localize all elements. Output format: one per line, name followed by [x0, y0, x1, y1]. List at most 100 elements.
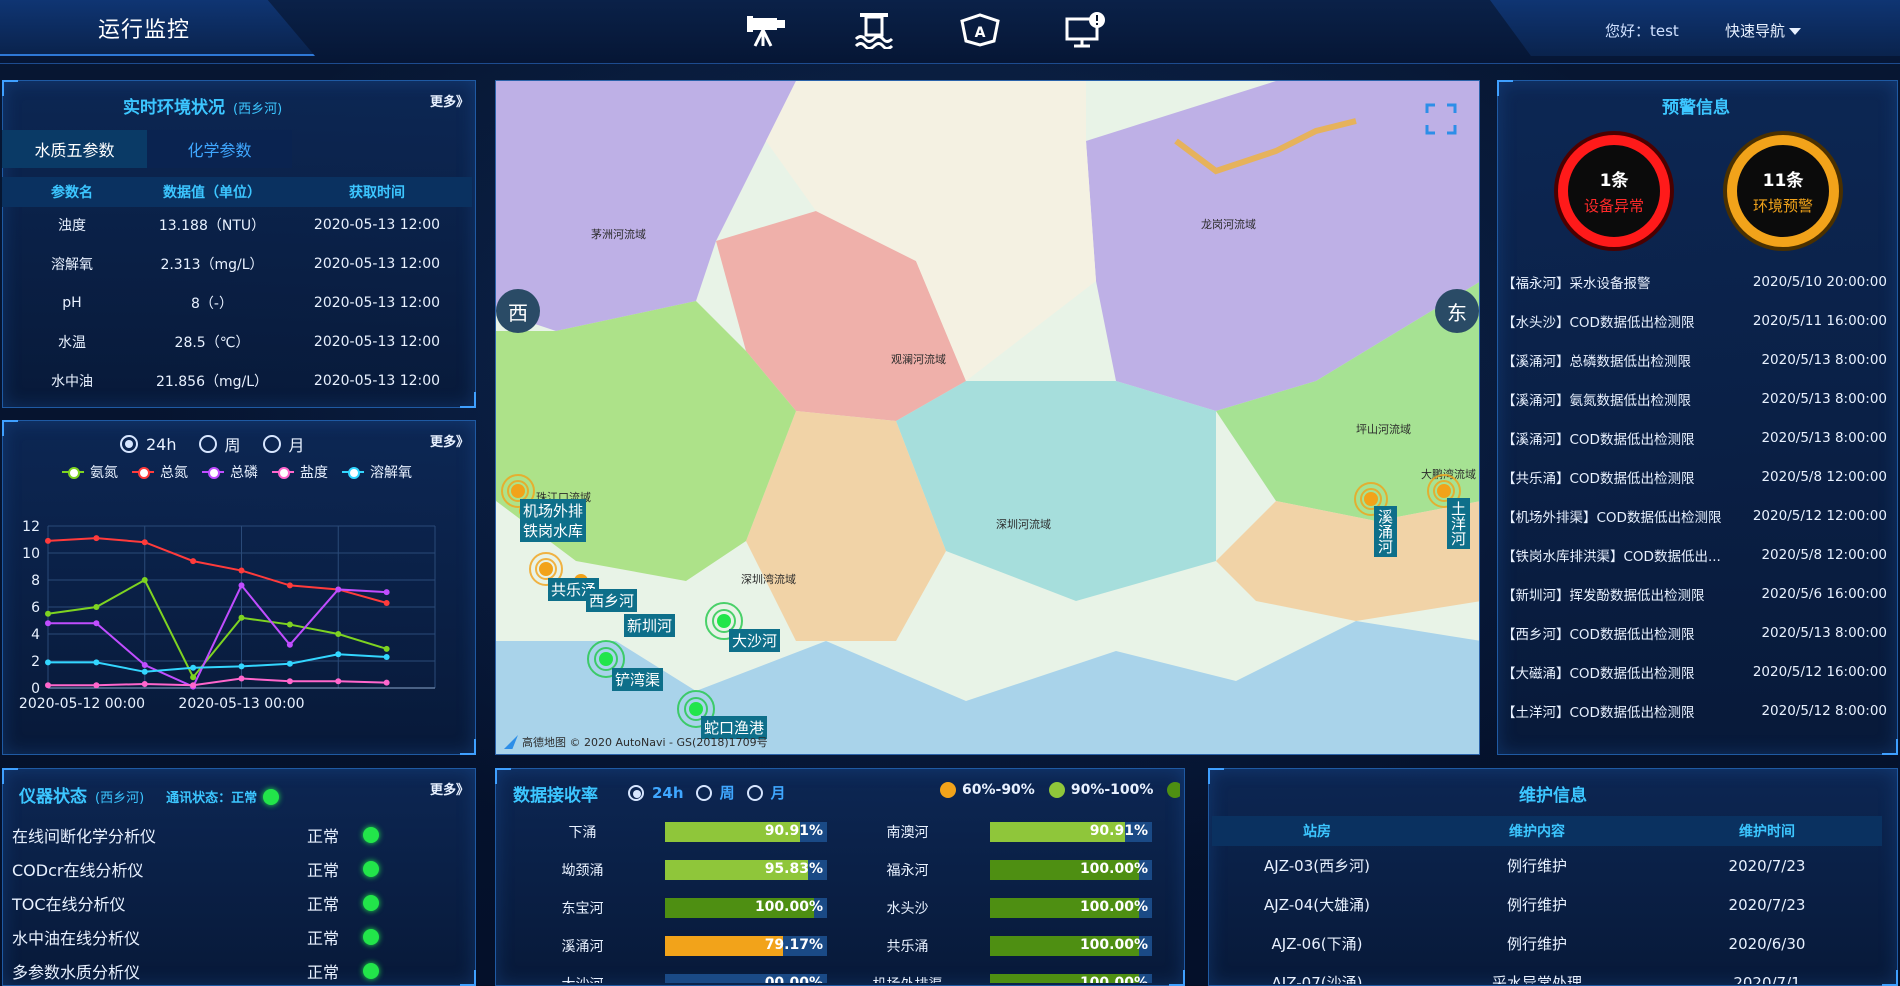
- data-point: [45, 682, 51, 689]
- list-item[interactable]: 【新圳河】挥发酚数据低出检测限 2020/5/6 16:00:00: [1502, 574, 1892, 613]
- reception-item[interactable]: 水头沙 100.00%: [845, 898, 1170, 918]
- reception-item[interactable]: 共乐涌 100.00%: [845, 936, 1170, 956]
- reception-item[interactable]: 南澳河 90.91%: [845, 822, 1170, 842]
- param-name: pH: [62, 294, 82, 311]
- station-label-tiegang[interactable]: 铁岗水库: [520, 519, 587, 542]
- list-item[interactable]: 【福永河】采水设备报警 2020/5/10 20:00:00: [1502, 262, 1892, 301]
- station-label-dasha[interactable]: 大沙河: [729, 629, 781, 652]
- legend-label: 盐度: [300, 465, 328, 481]
- param-name: 水中油: [51, 373, 93, 390]
- tab-chemical-params[interactable]: 化学参数: [147, 130, 292, 168]
- monitor-alert-icon[interactable]: [1058, 8, 1114, 52]
- env-more-link[interactable]: 更多》: [430, 91, 469, 110]
- warning-time: 2020/5/12 12:00:00: [1752, 507, 1887, 524]
- pan-west-button[interactable]: 西: [496, 289, 540, 333]
- env-table-body[interactable]: 浊度 13.188（NTU） 2020-05-13 12:00 溶解氧 2.313（m…: [2, 205, 472, 403]
- env-alarm-ring[interactable]: 11条 环境预警: [1727, 135, 1839, 247]
- list-item[interactable]: 【西乡河】COD数据低出检测限 2020/5/13 8:00:00: [1502, 613, 1892, 652]
- map-credit-text: 高德地图 © 2020 AutoNavi - GS(2018)1709号: [522, 736, 768, 749]
- param-name: 水温: [58, 334, 86, 351]
- list-item: 多参数水质分析仪 正常: [12, 954, 392, 986]
- range-24h[interactable]: 24h: [120, 432, 177, 456]
- legend-dot: [1167, 782, 1180, 798]
- radio-selected-icon: [628, 784, 644, 801]
- trend-chart: 0 2 4 6 8 10 12 2020-05-12 00:00 2020-05-13 00:0…: [19, 519, 436, 712]
- quick-nav-dropdown[interactable]: 快速导航: [1725, 20, 1802, 41]
- device-alarm-ring[interactable]: 1条 设备异常: [1558, 135, 1670, 247]
- reception-item[interactable]: 坳颈涌 95.83%: [520, 860, 845, 880]
- data-point: [45, 537, 51, 544]
- status-indicator: [363, 963, 379, 979]
- fullscreen-icon[interactable]: [1423, 101, 1459, 137]
- param-value: 2.313（mg/L）: [160, 256, 264, 273]
- legend-item: 60%-90%: [940, 782, 1035, 798]
- tab-water-five-params[interactable]: 水质五参数: [2, 130, 147, 168]
- trend-more-link[interactable]: 更多》: [430, 431, 469, 450]
- data-point: [238, 582, 245, 589]
- station-markers: [501, 474, 1461, 728]
- list-item[interactable]: 【溪涌河】总磷数据低出检测限 2020/5/13 8:00:00: [1502, 340, 1892, 379]
- data-point: [93, 535, 100, 542]
- legend-item-ammonia[interactable]: 氨氮: [62, 462, 118, 482]
- alert-badge-icon[interactable]: A: [952, 8, 1008, 52]
- progress-bar: 90.91%: [665, 822, 827, 842]
- maintenance-table-body[interactable]: AJZ-03(西乡河) 例行维护 2020/7/23 AJZ-04(大雄涌) 例行维护…: [1212, 846, 1882, 985]
- list-item[interactable]: 【溪涌河】COD数据低出检测限 2020/5/13 8:00:00: [1502, 418, 1892, 457]
- data-point: [383, 653, 390, 660]
- reception-item[interactable]: 东宝河 100.00%: [520, 898, 845, 918]
- range-month[interactable]: 月: [746, 782, 786, 803]
- station-label-chanwan[interactable]: 铲湾渠: [612, 668, 664, 691]
- warning-text: 【铁岗水库排洪渠】COD数据低出...: [1502, 548, 1721, 565]
- legend-item-salinity[interactable]: 盐度: [272, 462, 328, 482]
- reception-item[interactable]: 下涌 90.91%: [520, 822, 845, 842]
- legend-label: 90%-100%: [1070, 782, 1154, 798]
- legend-label: 总氮: [160, 465, 188, 481]
- list-item[interactable]: 【共乐涌】COD数据低出检测限 2020/5/8 12:00:00: [1502, 457, 1892, 496]
- camera-icon[interactable]: [740, 8, 796, 52]
- legend-item-total-phosphorus[interactable]: 总磷: [202, 462, 258, 482]
- water-level-icon[interactable]: [846, 8, 902, 52]
- list-item[interactable]: 【溪涌河】氨氮数据低出检测限 2020/5/13 8:00:00: [1502, 379, 1892, 418]
- reception-item[interactable]: 福永河 100.00%: [845, 860, 1170, 880]
- user-plate: [1490, 0, 1900, 56]
- station-label-xinzhen[interactable]: 新圳河: [624, 614, 676, 637]
- warning-time: 2020/5/11 16:00:00: [1752, 312, 1887, 329]
- instrument-panel-title: 仪器状态 (西乡河) 通讯状态：正常: [19, 782, 280, 807]
- list-item[interactable]: 【铁岗水库排洪渠】COD数据低出... 2020/5/8 12:00:00: [1502, 535, 1892, 574]
- maintenance-content: 采水异常处理: [1491, 974, 1582, 984]
- maintenance-content: 例行维护: [1506, 935, 1567, 953]
- table-row: 浊度 13.188（NTU） 2020-05-13 12:00: [2, 205, 472, 244]
- data-point: [141, 668, 148, 675]
- maintenance-content: 例行维护: [1506, 896, 1567, 914]
- range-week[interactable]: 周: [695, 782, 735, 803]
- y-tick-label: 0: [31, 681, 40, 697]
- chevron-down-icon: [1789, 28, 1802, 35]
- pan-east-button[interactable]: 东: [1435, 289, 1479, 333]
- legend-item-total-nitrogen[interactable]: 总氮: [132, 462, 188, 482]
- reception-item[interactable]: 溪涌河 79.17%: [520, 936, 845, 956]
- station-label-xixiang[interactable]: 西乡河: [586, 589, 638, 612]
- station-label-xiyong[interactable]: 溪涌河: [1374, 506, 1397, 557]
- map-logo-icon: [504, 735, 518, 749]
- progress-bar: 79.17%: [665, 936, 827, 956]
- reception-item[interactable]: 机场外排渠 100.00%: [845, 974, 1170, 983]
- table-row: AJZ-07(沙涌) 采水异常处理 2020/7/1: [1212, 963, 1882, 985]
- range-month[interactable]: 月: [262, 432, 305, 456]
- watershed-map[interactable]: 茅洲河流域 观澜河流域 龙岗河流域 坪山河流域 深圳河流域 深圳湾流域 珠江口流…: [495, 80, 1480, 755]
- list-item[interactable]: 【大磁涌】COD数据低出检测限 2020/5/12 16:00:00: [1502, 652, 1892, 691]
- list-item[interactable]: 【水头沙】COD数据低出检测限 2020/5/11 16:00:00: [1502, 301, 1892, 340]
- range-24h[interactable]: 24h: [628, 782, 684, 803]
- progress-bar: 00.00%: [665, 974, 827, 983]
- list-item[interactable]: 【土洋河】COD数据低出检测限 2020/5/12 8:00:00: [1502, 691, 1892, 730]
- range-week[interactable]: 周: [198, 432, 241, 456]
- legend-item-dissolved-oxygen[interactable]: 溶解氧: [342, 462, 412, 482]
- warning-text: 【新圳河】挥发酚数据低出检测限: [1502, 587, 1705, 604]
- list-item[interactable]: 【机场外排渠】COD数据低出检测限 2020/5/12 12:00:00: [1502, 496, 1892, 535]
- page-title: 运行监控: [98, 18, 191, 43]
- data-point: [286, 660, 293, 667]
- instrument-more-link[interactable]: 更多》: [430, 779, 469, 798]
- progress-bar: 100.00%: [990, 898, 1152, 918]
- reception-item[interactable]: 大沙河 00.00%: [520, 974, 845, 983]
- station-label-tuyang[interactable]: 土洋河: [1447, 498, 1470, 549]
- series-line: [48, 583, 387, 688]
